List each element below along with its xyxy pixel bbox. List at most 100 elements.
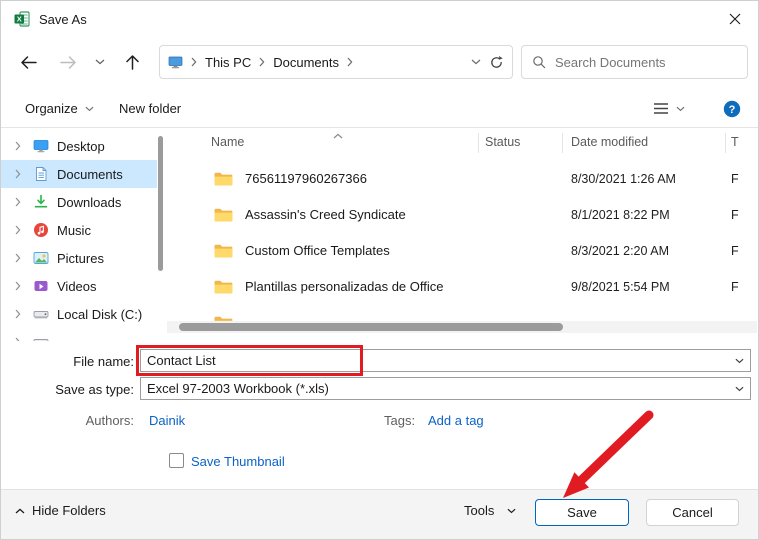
- column-header-name[interactable]: Name: [211, 135, 244, 149]
- svg-text:X: X: [17, 15, 22, 24]
- chevron-right-icon: [191, 57, 197, 67]
- column-header-status[interactable]: Status: [485, 135, 520, 149]
- sidebar-item-music[interactable]: Music: [1, 216, 157, 244]
- save-as-type-value: Excel 97-2003 Workbook (*.xls): [141, 381, 728, 396]
- forward-button[interactable]: [51, 45, 85, 79]
- sidebar-item-label: Local Disk (C:): [57, 307, 142, 322]
- save-thumbnail-label[interactable]: Save Thumbnail: [191, 454, 285, 469]
- back-button[interactable]: [11, 45, 45, 79]
- save-as-type-label: Save as type:: [1, 382, 134, 397]
- title-bar: X Save As: [1, 1, 758, 37]
- sidebar-item-partial[interactable]: [1, 328, 157, 341]
- address-bar[interactable]: This PC Documents: [159, 45, 513, 79]
- scrollbar-thumb[interactable]: [158, 136, 163, 271]
- tools-button[interactable]: Tools: [464, 503, 516, 518]
- chevron-right-icon[interactable]: [15, 253, 25, 263]
- folder-icon: [213, 243, 233, 259]
- file-name: 76561197960267366: [245, 171, 367, 186]
- chevron-down-icon[interactable]: [728, 350, 750, 371]
- tags-label: Tags:: [384, 413, 415, 428]
- column-divider[interactable]: [478, 133, 479, 153]
- sidebar-item-pictures[interactable]: Pictures: [1, 244, 157, 272]
- authors-value[interactable]: Dainik: [149, 413, 185, 428]
- close-button[interactable]: [712, 1, 758, 37]
- scrollbar-thumb[interactable]: [179, 323, 563, 331]
- chevron-up-icon: [15, 508, 25, 514]
- up-button[interactable]: [115, 45, 149, 79]
- column-header-date-modified[interactable]: Date modified: [571, 135, 648, 149]
- file-name: Custom Office Templates: [245, 243, 390, 258]
- sidebar-item-videos[interactable]: Videos: [1, 272, 157, 300]
- file-date-modified: 8/30/2021 1:26 AM: [571, 172, 676, 186]
- chevron-right-icon[interactable]: [15, 169, 25, 179]
- file-row[interactable]: 76561197960267366 8/30/2021 1:26 AM F: [167, 161, 759, 197]
- recent-locations-button[interactable]: [91, 53, 109, 71]
- sidebar-item-documents[interactable]: Documents: [1, 160, 157, 188]
- help-button[interactable]: ?: [723, 100, 741, 118]
- organize-label: Organize: [25, 101, 78, 116]
- list-horizontal-scrollbar[interactable]: [167, 321, 757, 333]
- folder-icon: [213, 171, 233, 187]
- file-row[interactable]: Custom Office Templates 8/3/2021 2:20 AM…: [167, 233, 759, 269]
- new-folder-button[interactable]: New folder: [119, 101, 181, 116]
- hide-folders-button[interactable]: Hide Folders: [15, 503, 106, 518]
- documents-icon: [33, 166, 49, 182]
- save-button[interactable]: Save: [535, 499, 629, 526]
- chevron-right-icon[interactable]: [259, 57, 265, 67]
- file-date-modified: 8/1/2021 8:22 PM: [571, 208, 670, 222]
- refresh-icon[interactable]: [489, 55, 504, 70]
- drive-icon: [33, 334, 49, 341]
- search-input[interactable]: [555, 55, 737, 70]
- file-name: Assassin's Creed Syndicate: [245, 207, 406, 222]
- sidebar-item-downloads[interactable]: Downloads: [1, 188, 157, 216]
- save-thumbnail-checkbox[interactable]: [169, 453, 184, 468]
- save-as-dialog: X Save As This PC: [0, 0, 759, 540]
- file-name-combobox[interactable]: [140, 349, 751, 372]
- chevron-right-icon[interactable]: [15, 141, 25, 151]
- file-row[interactable]: Plantillas personalizadas de Office 9/8/…: [167, 269, 759, 305]
- add-a-tag-link[interactable]: Add a tag: [428, 413, 484, 428]
- chevron-right-icon: [15, 337, 25, 341]
- column-divider[interactable]: [725, 133, 726, 153]
- file-name: Plantillas personalizadas de Office: [245, 279, 444, 294]
- downloads-icon: [33, 194, 49, 210]
- file-type: F: [731, 244, 739, 258]
- authors-label: Authors:: [1, 413, 134, 428]
- chevron-right-icon[interactable]: [15, 197, 25, 207]
- svg-text:?: ?: [729, 104, 736, 116]
- folder-icon: [213, 207, 233, 223]
- organize-button[interactable]: Organize: [25, 101, 94, 116]
- sidebar-item-desktop[interactable]: Desktop: [1, 132, 157, 160]
- view-options-button[interactable]: [653, 102, 685, 115]
- sidebar-item-local-disk-c[interactable]: Local Disk (C:): [1, 300, 157, 328]
- tree-vertical-scrollbar[interactable]: [157, 132, 165, 337]
- breadcrumb-documents[interactable]: Documents: [273, 55, 339, 70]
- chevron-down-icon[interactable]: [728, 378, 750, 399]
- dialog-footer: Hide Folders Tools Save Cancel: [1, 489, 758, 540]
- file-type: F: [731, 280, 739, 294]
- videos-icon: [33, 278, 49, 294]
- chevron-down-icon: [676, 106, 685, 112]
- cancel-button[interactable]: Cancel: [646, 499, 739, 526]
- list-header: Name Status Date modified T: [167, 131, 759, 155]
- breadcrumb-this-pc[interactable]: This PC: [205, 55, 251, 70]
- search-box[interactable]: [521, 45, 748, 79]
- chevron-right-icon[interactable]: [15, 309, 25, 319]
- chevron-right-icon[interactable]: [15, 225, 25, 235]
- column-header-type[interactable]: T: [731, 135, 739, 149]
- column-divider[interactable]: [562, 133, 563, 153]
- chevron-down-icon: [85, 106, 94, 112]
- file-row[interactable]: Assassin's Creed Syndicate 8/1/2021 8:22…: [167, 197, 759, 233]
- file-type: F: [731, 208, 739, 222]
- chevron-right-icon[interactable]: [15, 281, 25, 291]
- chevron-down-icon: [507, 508, 516, 514]
- this-pc-icon: [168, 56, 183, 69]
- hide-folders-label: Hide Folders: [32, 503, 106, 518]
- address-dropdown-chevron-icon[interactable]: [471, 59, 481, 65]
- search-icon: [532, 55, 546, 69]
- pictures-icon: [33, 250, 49, 266]
- sidebar-item-label: Pictures: [57, 251, 104, 266]
- file-name-input[interactable]: [141, 353, 728, 368]
- chevron-right-icon[interactable]: [347, 57, 353, 67]
- save-as-type-select[interactable]: Excel 97-2003 Workbook (*.xls): [140, 377, 751, 400]
